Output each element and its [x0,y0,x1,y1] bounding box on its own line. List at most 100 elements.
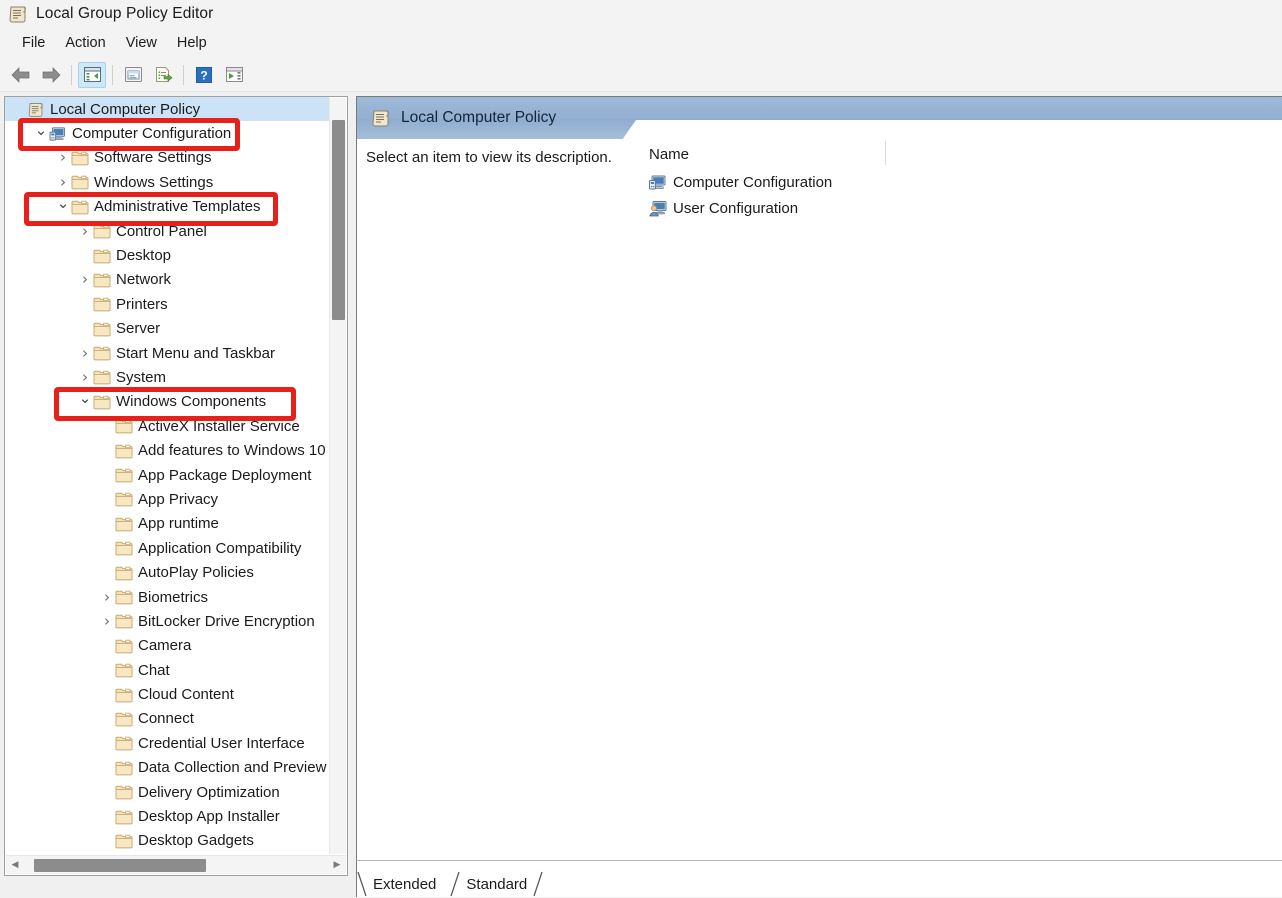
tree-item-app-package-deployment[interactable]: App Package Deployment [5,463,329,487]
policy-tree[interactable]: Local Computer Policy ⌄ Computer Configura… [5,97,329,855]
tree-item-desktop-app-installer[interactable]: Desktop App Installer [5,804,329,828]
tree-item-label: AutoPlay Policies [138,564,254,582]
tree-item-computer-configuration[interactable]: ⌄ Computer Configuration [5,121,329,145]
chevron-right-icon[interactable]: › [77,223,93,239]
tree-vertical-scrollbar-thumb[interactable] [332,120,345,320]
tree-item-bitlocker-drive-encryption[interactable]: › BitLocker Drive Encryption [5,609,329,633]
tree-item-server[interactable]: Server [5,317,329,341]
tree-item-cloud-content[interactable]: Cloud Content [5,682,329,706]
menu-view[interactable]: View [116,32,167,54]
tree-item-app-privacy[interactable]: App Privacy [5,487,329,511]
tree-item-app-runtime[interactable]: App runtime [5,512,329,536]
tree-item-system[interactable]: › System [5,365,329,389]
tree-item-label: Application Compatibility [138,539,302,557]
chevron-right-icon[interactable]: › [55,150,71,165]
scroll-right-icon[interactable]: ▶ [328,860,346,870]
properties-button[interactable] [119,62,147,88]
group-policy-scroll-icon [8,4,28,24]
menu-action[interactable]: Action [55,32,115,54]
toolbar-separator [183,64,184,85]
chevron-right-icon[interactable]: › [99,589,115,605]
title-bar: Local Group Policy Editor [0,0,1282,28]
scroll-left-icon[interactable]: ◀ [6,860,24,870]
folder-icon [115,516,133,532]
tree-item-application-compatibility[interactable]: Application Compatibility [5,536,329,560]
tree-item-label: Server [116,320,161,338]
list-item-label: Computer Configuration [673,173,833,191]
tree-item-windows-settings[interactable]: › Windows Settings [5,170,329,194]
forward-button[interactable] [37,62,65,88]
policy-scroll-icon [371,108,391,128]
folder-icon [93,223,111,239]
tree-item-label: Start Menu and Taskbar [116,344,275,362]
column-divider[interactable] [885,141,886,165]
tree-item-desktop[interactable]: Desktop [5,243,329,267]
tree-item-data-collection-and-preview-builds[interactable]: Data Collection and Preview Builds [5,756,329,780]
list-item[interactable]: Computer Configuration [645,169,1282,195]
chevron-right-icon[interactable]: › [99,613,115,629]
tree-item-camera[interactable]: Camera [5,634,329,658]
tab-extended[interactable]: Extended [357,871,451,897]
tree-item-label: Connect [138,710,194,728]
tree-item-control-panel[interactable]: › Control Panel [5,219,329,243]
show-hide-console-tree-button[interactable] [78,61,106,88]
menu-help[interactable]: Help [167,32,217,54]
show-hide-action-pane-button[interactable] [220,62,248,88]
tree-item-desktop-gadgets[interactable]: Desktop Gadgets [5,829,329,853]
chevron-right-icon[interactable]: › [55,174,71,190]
chevron-down-icon[interactable]: ⌄ [77,391,93,406]
tree-item-label: ActiveX Installer Service [138,417,300,435]
tree-item-label: Chat [138,661,170,679]
tab-right-edge-icon [533,871,543,897]
tree-item-credential-user-interface[interactable]: Credential User Interface [5,731,329,755]
tab-standard[interactable]: Standard [450,871,543,897]
view-tab-strip: Extended Standard [356,860,1282,897]
chevron-down-icon[interactable]: ⌄ [55,196,71,211]
chevron-right-icon[interactable]: › [77,272,93,287]
details-description: Select an item to view its description. [366,149,612,166]
folder-icon [93,345,111,361]
tree-item-administrative-templates[interactable]: ⌄ Administrative Templates [5,195,329,219]
column-header-name[interactable]: Name [649,146,689,163]
export-list-button[interactable] [149,62,177,88]
menu-file[interactable]: File [12,32,55,54]
tree-item-start-menu-and-taskbar[interactable]: › Start Menu and Taskbar [5,341,329,365]
list-item[interactable]: User Configuration [645,195,1282,221]
tree-item-windows-components[interactable]: ⌄ Windows Components [5,390,329,414]
folder-icon [115,784,133,800]
chevron-right-icon[interactable]: › [77,345,93,361]
tree-item-add-features-to-windows-10[interactable]: Add features to Windows 10 [5,438,329,462]
tree-item-local-computer-policy[interactable]: Local Computer Policy [5,97,329,122]
tree-item-biometrics[interactable]: › Biometrics [5,585,329,609]
chevron-right-icon[interactable]: › [77,369,93,385]
computer-config-icon [649,174,667,191]
help-button[interactable]: ? [190,62,218,88]
user-config-icon [649,200,667,217]
tree-item-label: Windows Settings [94,173,214,191]
tree-item-network[interactable]: › Network [5,268,329,292]
back-button[interactable] [7,62,35,88]
tree-horizontal-scrollbar-thumb[interactable] [34,859,206,872]
details-panel: Local Computer Policy Select an item to … [356,96,1282,876]
tree-horizontal-scrollbar[interactable]: ◀ ▶ [6,855,346,874]
properties-window-icon [124,67,142,82]
tree-item-printers[interactable]: Printers [5,292,329,316]
tree-item-delivery-optimization[interactable]: Delivery Optimization [5,780,329,804]
tree-item-label: Delivery Optimization [138,783,280,801]
tree-item-activex-installer-service[interactable]: ActiveX Installer Service [5,414,329,438]
tree-item-chat[interactable]: Chat [5,658,329,682]
tree-item-connect[interactable]: Connect [5,707,329,731]
chevron-down-icon[interactable]: ⌄ [33,123,49,138]
folder-icon [115,467,133,483]
tree-item-software-settings[interactable]: › Software Settings [5,146,329,170]
details-header: Local Computer Policy [357,97,1282,140]
tree-vertical-scrollbar[interactable] [329,98,346,854]
tree-item-autoplay-policies[interactable]: AutoPlay Policies [5,560,329,584]
folder-icon [115,613,133,629]
